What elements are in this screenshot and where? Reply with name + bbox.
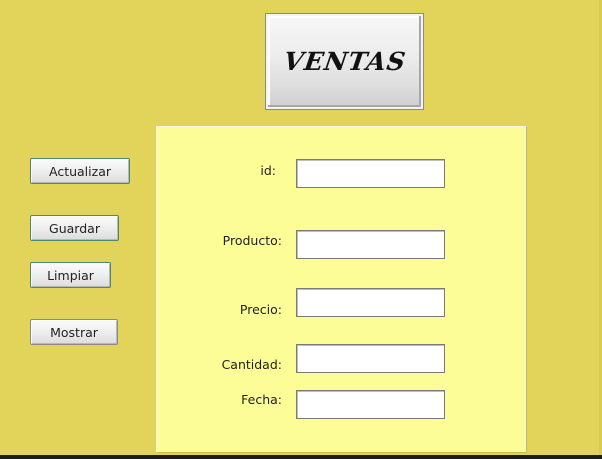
producto-field[interactable] bbox=[296, 230, 445, 259]
producto-label: Producto: bbox=[222, 233, 282, 248]
cantidad-label: Cantidad: bbox=[221, 357, 282, 372]
id-label: id: bbox=[260, 163, 276, 178]
fecha-label: Fecha: bbox=[241, 392, 282, 407]
fecha-field[interactable] bbox=[296, 390, 445, 419]
precio-field[interactable] bbox=[296, 288, 445, 317]
mostrar-button[interactable]: Mostrar bbox=[30, 319, 118, 345]
guardar-button[interactable]: Guardar bbox=[30, 215, 119, 241]
limpiar-button[interactable]: Limpiar bbox=[30, 262, 111, 288]
actualizar-button[interactable]: Actualizar bbox=[30, 158, 130, 184]
cantidad-field[interactable] bbox=[296, 344, 445, 373]
id-field[interactable] bbox=[296, 159, 445, 188]
ventas-title-button[interactable]: VENTAS bbox=[265, 13, 424, 110]
ventas-title-label: VENTAS bbox=[281, 47, 408, 76]
window-bottom-edge bbox=[0, 455, 602, 459]
precio-label: Precio: bbox=[239, 302, 282, 317]
